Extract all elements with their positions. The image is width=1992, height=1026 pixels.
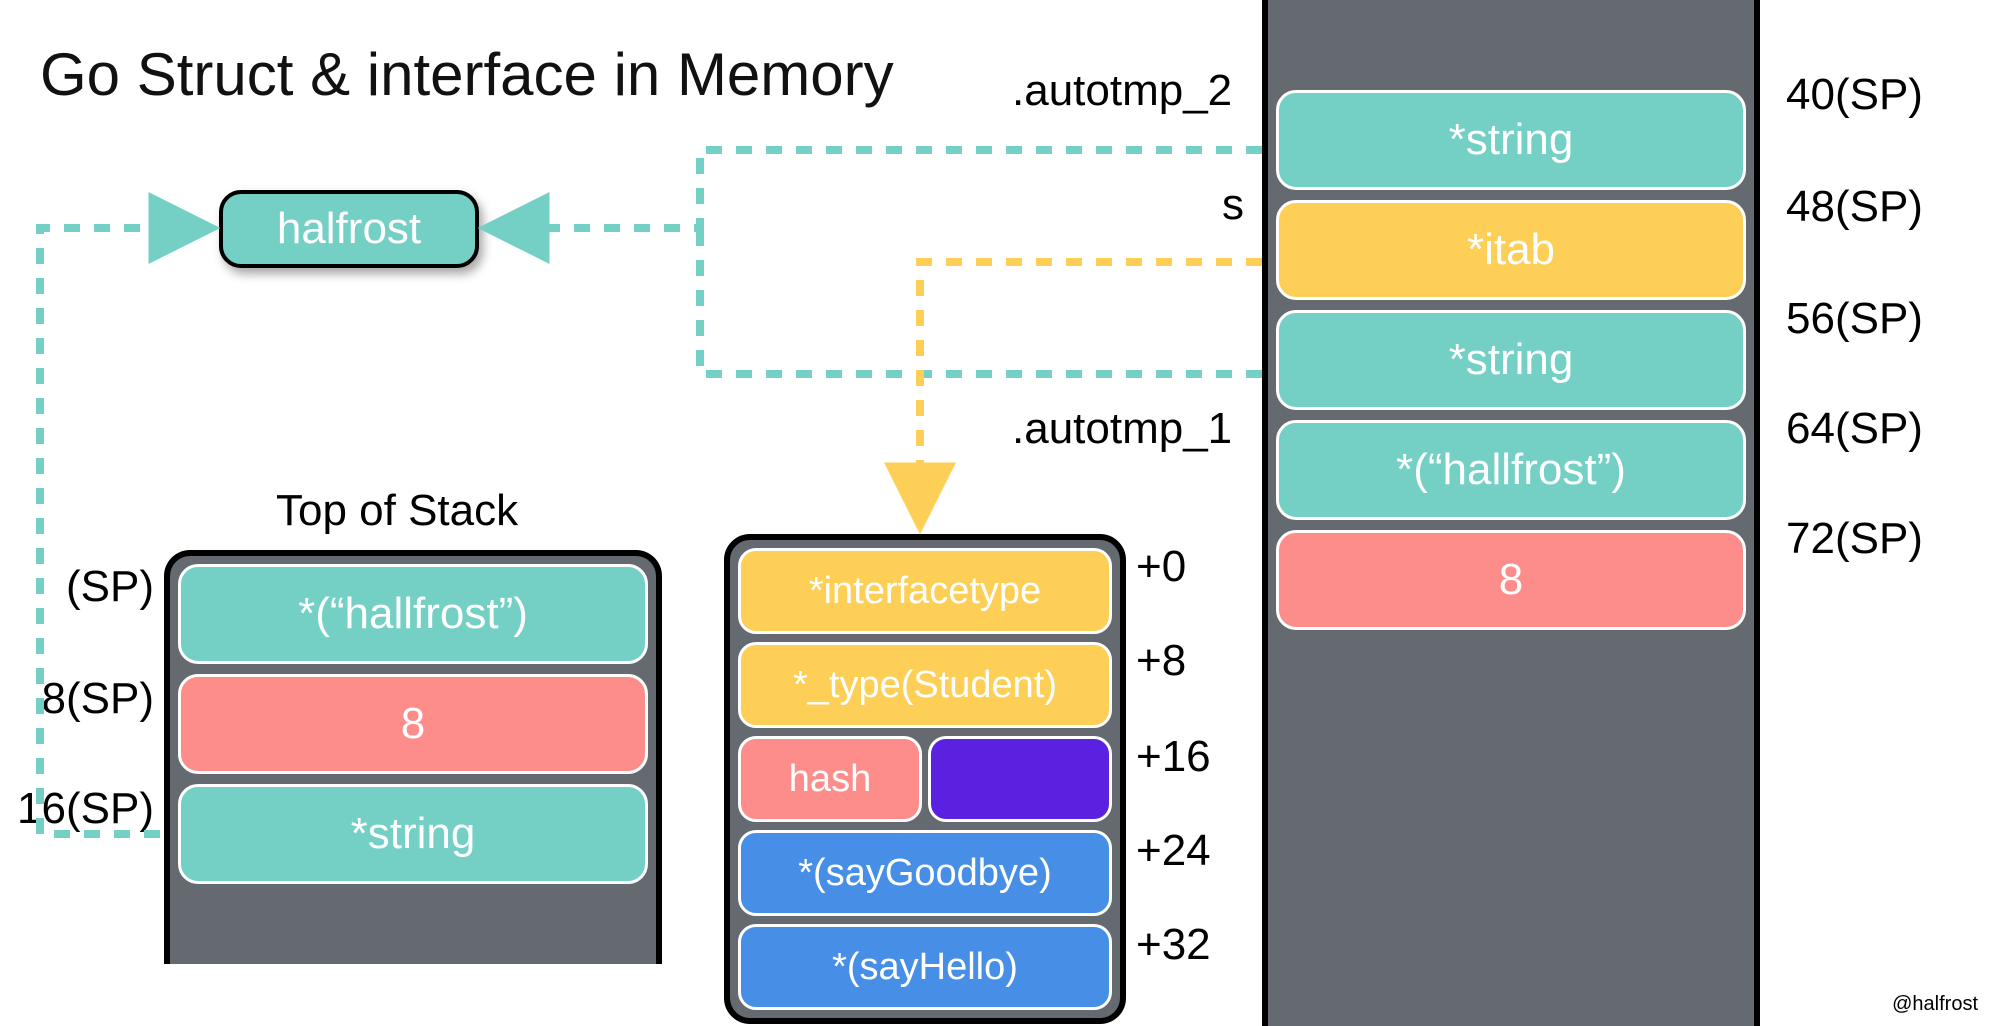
arrow-string56-to-halfrost [700, 228, 1262, 374]
left-label-16sp: 16(SP) [4, 784, 154, 834]
itab-offset-8: +8 [1136, 636, 1186, 686]
itab-box: *interfacetype *_type(Student) hash *(sa… [724, 534, 1126, 1024]
right-sp-48: 48(SP) [1786, 182, 1923, 232]
itab-hash: hash [738, 736, 922, 822]
left-stack-header: Top of Stack [276, 486, 518, 536]
itab-type-student: *_type(Student) [738, 642, 1112, 728]
right-cell-halfrost: *(“hallfrost”) [1276, 420, 1746, 520]
right-cell-itab: *itab [1276, 200, 1746, 300]
right-sp-40: 40(SP) [1786, 70, 1923, 120]
left-cell-string: *string [178, 784, 648, 884]
right-sp-56: 56(SP) [1786, 294, 1923, 344]
left-stack: *(“hallfrost”) 8 *string [164, 550, 662, 964]
left-label-sp: (SP) [58, 562, 154, 612]
right-cell-string2: *string [1276, 310, 1746, 410]
right-sp-64: 64(SP) [1786, 404, 1923, 454]
right-label-autotmp1: .autotmp_1 [1012, 404, 1232, 454]
itab-offset-24: +24 [1136, 826, 1211, 876]
arrow-string40-to-halfrost [492, 150, 1262, 228]
right-label-autotmp2: .autotmp_2 [1012, 66, 1232, 116]
itab-sayhello: *(sayHello) [738, 924, 1112, 1010]
itab-saygoodbye: *(sayGoodbye) [738, 830, 1112, 916]
right-cell-8: 8 [1276, 530, 1746, 630]
halfrost-box: halfrost [219, 190, 479, 268]
left-label-8sp: 8(SP) [22, 674, 154, 724]
right-label-s: s [1222, 180, 1244, 230]
itab-interfacetype: *interfacetype [738, 548, 1112, 634]
itab-offset-16: +16 [1136, 732, 1211, 782]
right-stack: *string *itab *string *(“hallfrost”) 8 [1262, 0, 1760, 1026]
left-cell-halfrost: *(“hallfrost”) [178, 564, 648, 664]
diagram-title: Go Struct & interface in Memory [40, 40, 894, 109]
itab-offset-0: +0 [1136, 542, 1186, 592]
right-cell-string1: *string [1276, 90, 1746, 190]
arrow-itab-to-itabbox [920, 262, 1262, 520]
watermark: @halfrost [1892, 993, 1978, 1016]
left-cell-8: 8 [178, 674, 648, 774]
itab-offset-32: +32 [1136, 920, 1211, 970]
right-sp-72: 72(SP) [1786, 514, 1923, 564]
itab-padding [928, 736, 1112, 822]
